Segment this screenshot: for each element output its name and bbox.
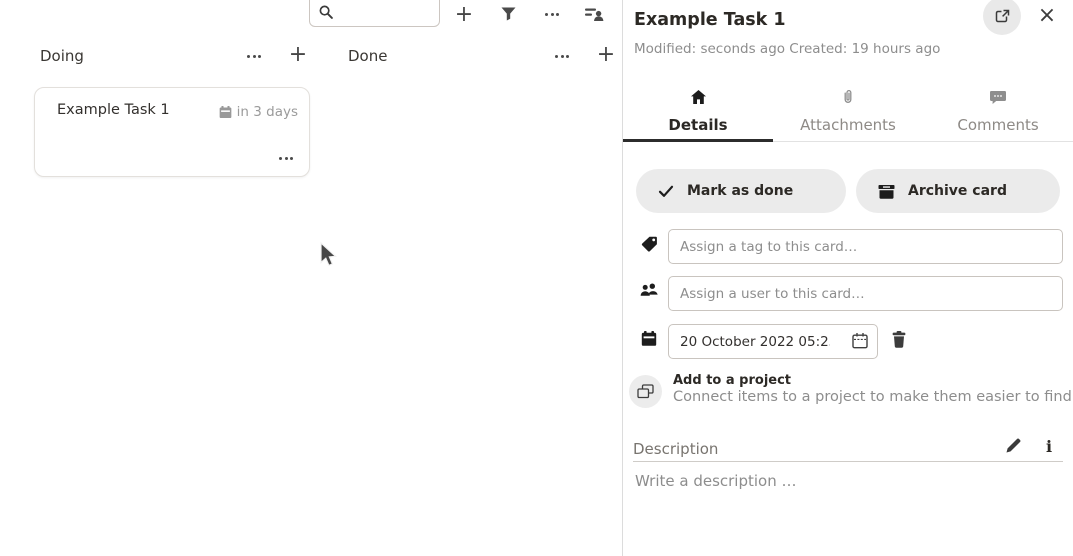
archive-box-icon [878,184,895,199]
assign-tag-input[interactable] [668,229,1063,264]
description-divider [633,461,1063,462]
filter-button[interactable] [499,6,517,22]
column-done-add-button[interactable]: + [596,42,616,68]
tab-comments-label: Comments [923,116,1073,134]
archive-card-button[interactable]: Archive card [856,169,1060,213]
home-icon [623,89,773,105]
ellipsis-icon [279,157,293,160]
tab-details[interactable]: Details [623,84,773,141]
tab-details-label: Details [623,116,773,134]
calendar-outline-icon [851,332,869,350]
plus-icon: + [289,44,307,66]
card-due-label: in 3 days [237,104,298,120]
card-menu-button[interactable] [279,157,293,160]
edit-description-button[interactable] [1003,437,1023,457]
ellipsis-icon [247,55,261,58]
calendar-icon [219,106,232,119]
pencil-icon [1005,437,1022,454]
board-menu-button[interactable] [542,8,562,20]
plus-icon: + [597,44,615,66]
add-to-project-title[interactable]: Add to a project [673,373,791,388]
panel-title: Example Task 1 [634,10,786,30]
card-title: Example Task 1 [57,102,170,118]
tab-comments[interactable]: Comments [923,84,1073,141]
calendar-icon [639,331,659,347]
list-person-icon [585,5,606,23]
description-label: Description [633,440,718,458]
ellipsis-icon [545,13,559,16]
task-card[interactable]: Example Task 1 in 3 days [34,87,310,177]
card-details-panel: Example Task 1 Modified: seconds ago Cre… [623,0,1073,556]
open-calendar-button[interactable] [850,332,870,352]
search-input[interactable] [338,2,438,26]
column-doing-menu-button[interactable] [245,50,263,62]
search-icon [319,5,333,19]
description-placeholder[interactable]: Write a description … [635,472,797,490]
export-icon [994,8,1011,25]
search-entry[interactable] [309,0,440,27]
comment-bubble-icon [923,89,1073,105]
ellipsis-icon [555,55,569,58]
close-panel-button[interactable]: × [1035,2,1059,30]
due-date-input[interactable] [680,325,830,358]
column-doing-add-button[interactable]: + [288,42,308,68]
active-tab-indicator [623,139,773,143]
tab-attachments-label: Attachments [773,116,923,134]
plus-icon: + [455,4,473,26]
panel-meta: Modified: seconds ago Created: 19 hours … [634,41,940,57]
panel-tabs: Details Attachments Comments [623,84,1073,142]
tag-icon [639,236,659,252]
board-pane: + Doing + Done [0,0,622,556]
tab-attachments[interactable]: Attachments [773,84,923,141]
mark-as-done-button[interactable]: Mark as done [636,169,846,213]
info-icon: i [1046,437,1052,456]
assign-user-input[interactable] [668,276,1063,311]
card-filter-user-button[interactable] [583,4,607,24]
paperclip-icon [773,89,923,105]
archive-card-label: Archive card [908,183,1007,199]
close-icon: × [1038,3,1056,28]
column-title-doing: Doing [40,47,84,65]
users-icon [639,283,659,297]
add-to-project-button[interactable] [629,375,662,408]
kanban-app: + Doing + Done [0,0,1073,556]
open-in-window-button[interactable] [983,0,1021,35]
filter-funnel-icon [501,7,516,21]
column-done-menu-button[interactable] [553,50,571,62]
mark-as-done-label: Mark as done [687,183,793,199]
add-to-project-subtitle: Connect items to a project to make them … [673,389,1072,405]
check-icon [658,185,674,198]
remove-due-date-button[interactable] [889,331,909,351]
stacked-projects-icon [637,384,654,399]
card-due-date: in 3 days [219,104,298,120]
trash-icon [891,331,907,348]
due-date-field[interactable] [668,324,878,359]
add-card-button[interactable]: + [450,1,478,29]
description-info-button[interactable]: i [1042,436,1056,456]
column-title-done: Done [348,47,387,65]
mouse-cursor [316,241,338,269]
